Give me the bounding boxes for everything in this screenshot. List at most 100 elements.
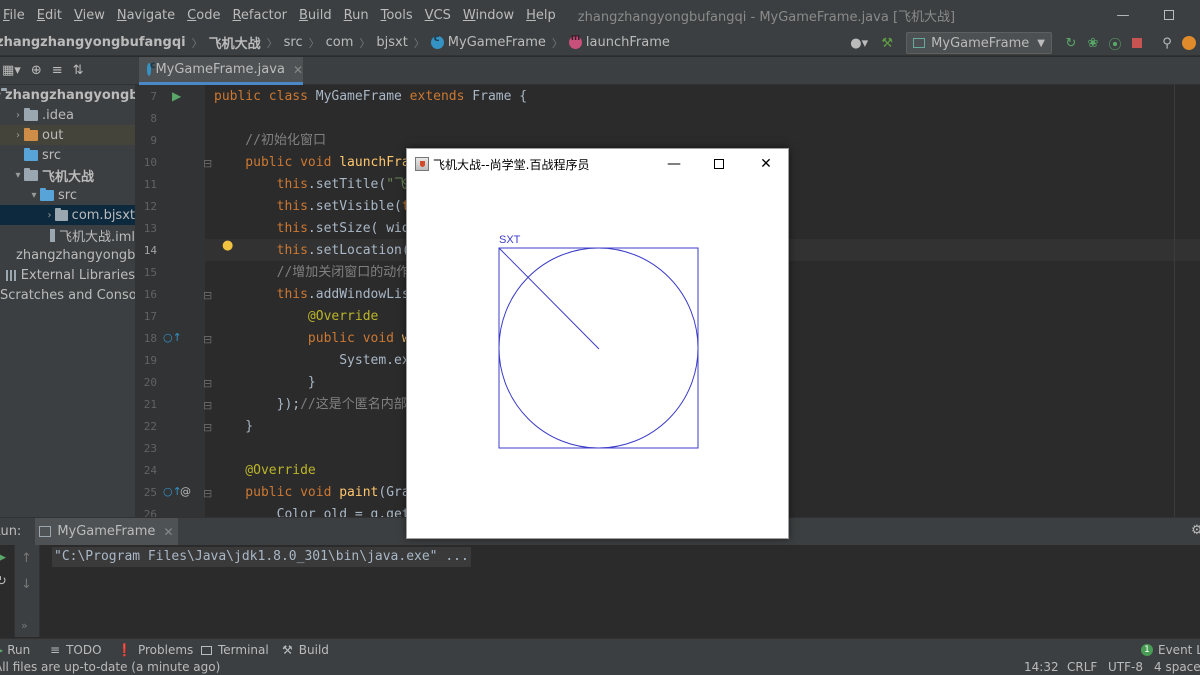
frame-close-button[interactable]: ✕ [743, 149, 789, 179]
close-icon[interactable]: ✕ [163, 525, 173, 539]
rerun-icon[interactable]: ↻ [1060, 32, 1082, 54]
menu-run[interactable]: Run [338, 8, 375, 23]
search-icon[interactable]: ⚲ [1156, 32, 1178, 54]
caret-position[interactable]: 14:32 [1024, 660, 1059, 675]
menu-view[interactable]: View [68, 8, 111, 23]
tree-item[interactable]: src [0, 145, 135, 165]
tool-run-button[interactable]: ▶ Run [0, 639, 30, 661]
bulb-icon[interactable]: ● [222, 238, 233, 253]
crumb-bjsxt[interactable]: bjsxt [376, 35, 407, 50]
run-gutter-icon[interactable]: ▶ [172, 89, 181, 103]
crumb-src[interactable]: src [284, 35, 303, 50]
code-token: paint [339, 485, 379, 500]
code-line: @Override [214, 460, 315, 482]
collapse-all-icon[interactable]: ≡ [52, 63, 63, 78]
package-icon [54, 207, 68, 221]
build-hammer-icon[interactable]: ⚒ [876, 32, 898, 54]
debug-icon[interactable]: ❀ [1082, 32, 1104, 54]
tree-item[interactable]: › .idea [0, 105, 135, 125]
fold-marker-icon[interactable]: ⊟ [203, 157, 212, 170]
java-frame-titlebar[interactable]: 飞机大战--尚学堂.百战程序员 — ✕ [407, 149, 788, 179]
expand-arrow-icon[interactable]: ▾ [28, 190, 40, 201]
menu-window[interactable]: Window [457, 8, 520, 23]
menu-build[interactable]: Build [293, 8, 338, 23]
tool-event-log-button[interactable]: 1 Event Log [1141, 639, 1200, 661]
crumb-class[interactable]: MyGameFrame [448, 35, 546, 50]
expand-all-icon[interactable]: ⇅ [73, 63, 84, 78]
line-separator[interactable]: CRLF [1067, 660, 1097, 675]
fold-marker-icon[interactable]: ⊟ [203, 333, 212, 346]
fold-marker-icon[interactable]: ⊟ [203, 487, 212, 500]
crumb-project[interactable]: zhangzhangyongbufangqi [0, 35, 186, 50]
override-gutter-icon[interactable]: ○↑ [163, 331, 182, 344]
tree-item[interactable]: ▾ src [0, 185, 135, 205]
tree-item[interactable]: 飞机大战.iml [0, 225, 135, 245]
minimize-button[interactable]: — [1100, 0, 1146, 30]
tool-build-button[interactable]: ⚒ Build [282, 639, 329, 661]
stop-icon[interactable] [1126, 32, 1148, 54]
update-icon[interactable] [1178, 32, 1200, 54]
override-gutter-icon-2[interactable]: ○↑ [163, 485, 182, 498]
line-number: 25 [143, 486, 157, 499]
file-encoding[interactable]: UTF-8 [1108, 660, 1143, 675]
menu-file[interactable]: File [0, 8, 31, 23]
tree-item[interactable]: Scratches and Consoles [0, 285, 135, 305]
tree-item[interactable]: ▾ zhangzhangyongbufangqi [0, 85, 135, 105]
tree-item-label: Scratches and Consoles [0, 287, 135, 303]
menu-mnemonic: R [343, 7, 353, 23]
expand-arrow-icon[interactable]: › [12, 130, 24, 141]
tool-problems-button[interactable]: ❗ Problems [117, 639, 193, 661]
menu-navigate[interactable]: Navigate [111, 8, 181, 23]
tree-item[interactable]: External Libraries [0, 265, 135, 285]
fold-marker-icon[interactable]: ⊟ [203, 377, 212, 390]
tree-item-label: External Libraries [20, 267, 135, 283]
expand-arrow-icon[interactable]: ▾ [12, 170, 24, 181]
code-line: //增加关闭窗口的动作 [214, 262, 410, 284]
tool-terminal-button[interactable]: Terminal [201, 639, 269, 661]
menu-tools[interactable]: Tools [375, 8, 419, 23]
tool-todo-button[interactable]: ≡ TODO [50, 639, 102, 661]
user-icon[interactable]: ●▾ [848, 32, 870, 54]
rerun-side-icon[interactable]: ▶ [0, 550, 6, 565]
crumb-method[interactable]: launchFrame [586, 35, 670, 50]
library-icon [5, 269, 17, 281]
settings-gear-icon[interactable]: ⚙ [1191, 523, 1200, 538]
expand-arrow-icon[interactable]: ▾ [0, 90, 1, 101]
run-config-select[interactable]: MyGameFrame ▼ [906, 32, 1052, 54]
frame-maximize-button[interactable] [696, 149, 742, 179]
more-icon[interactable]: » [21, 619, 28, 632]
tree-item[interactable]: ▾ 飞机大战 [0, 165, 135, 185]
tree-item[interactable]: › com.bjsxt [0, 205, 135, 225]
menu-help[interactable]: Help [520, 8, 562, 23]
locate-icon[interactable]: ⊕ [31, 63, 42, 78]
coverage-icon[interactable]: ⦿ [1104, 32, 1126, 54]
menu-vcs[interactable]: VCS [419, 8, 457, 23]
class-icon [147, 60, 157, 76]
menu-refactor[interactable]: Refactor [226, 8, 293, 23]
line-number: 19 [143, 354, 157, 367]
close-icon[interactable]: ✕ [293, 63, 303, 77]
scroll-up-icon[interactable]: ↑ [21, 551, 32, 566]
crumb-module[interactable]: 飞机大战 [209, 33, 261, 52]
fold-marker-icon[interactable]: ⊟ [203, 421, 212, 434]
menu-items: File Edit View Navigate Code Refactor Build Run… [0, 8, 562, 23]
editor-tab-bar: MyGameFrame.java ✕ [135, 57, 1200, 85]
fold-marker-icon[interactable]: ⊟ [203, 399, 212, 412]
menu-edit[interactable]: Edit [31, 8, 68, 23]
scroll-down-icon[interactable]: ↓ [21, 577, 32, 592]
expand-arrow-icon[interactable]: › [44, 210, 55, 221]
tree-item[interactable]: zhangzhangyongbufangqi.iml [0, 245, 135, 265]
fold-marker-icon[interactable]: ⊟ [203, 289, 212, 302]
expand-arrow-icon[interactable]: › [12, 110, 24, 121]
rerun-refresh-icon[interactable]: ↻ [0, 574, 7, 589]
tab-run-mygameframe[interactable]: MyGameFrame ✕ [35, 517, 178, 546]
crumb-com[interactable]: com [326, 35, 354, 50]
tree-item[interactable]: › out [0, 125, 135, 145]
tab-mygameframe[interactable]: MyGameFrame.java ✕ [139, 57, 303, 85]
frame-minimize-button[interactable]: — [651, 149, 697, 179]
file-icon [49, 228, 55, 242]
restore-button[interactable] [1146, 0, 1192, 30]
indent-setting[interactable]: 4 spaces [1154, 660, 1200, 675]
project-view-icon[interactable]: ▦▾ [2, 63, 21, 78]
menu-code[interactable]: Code [181, 8, 226, 23]
